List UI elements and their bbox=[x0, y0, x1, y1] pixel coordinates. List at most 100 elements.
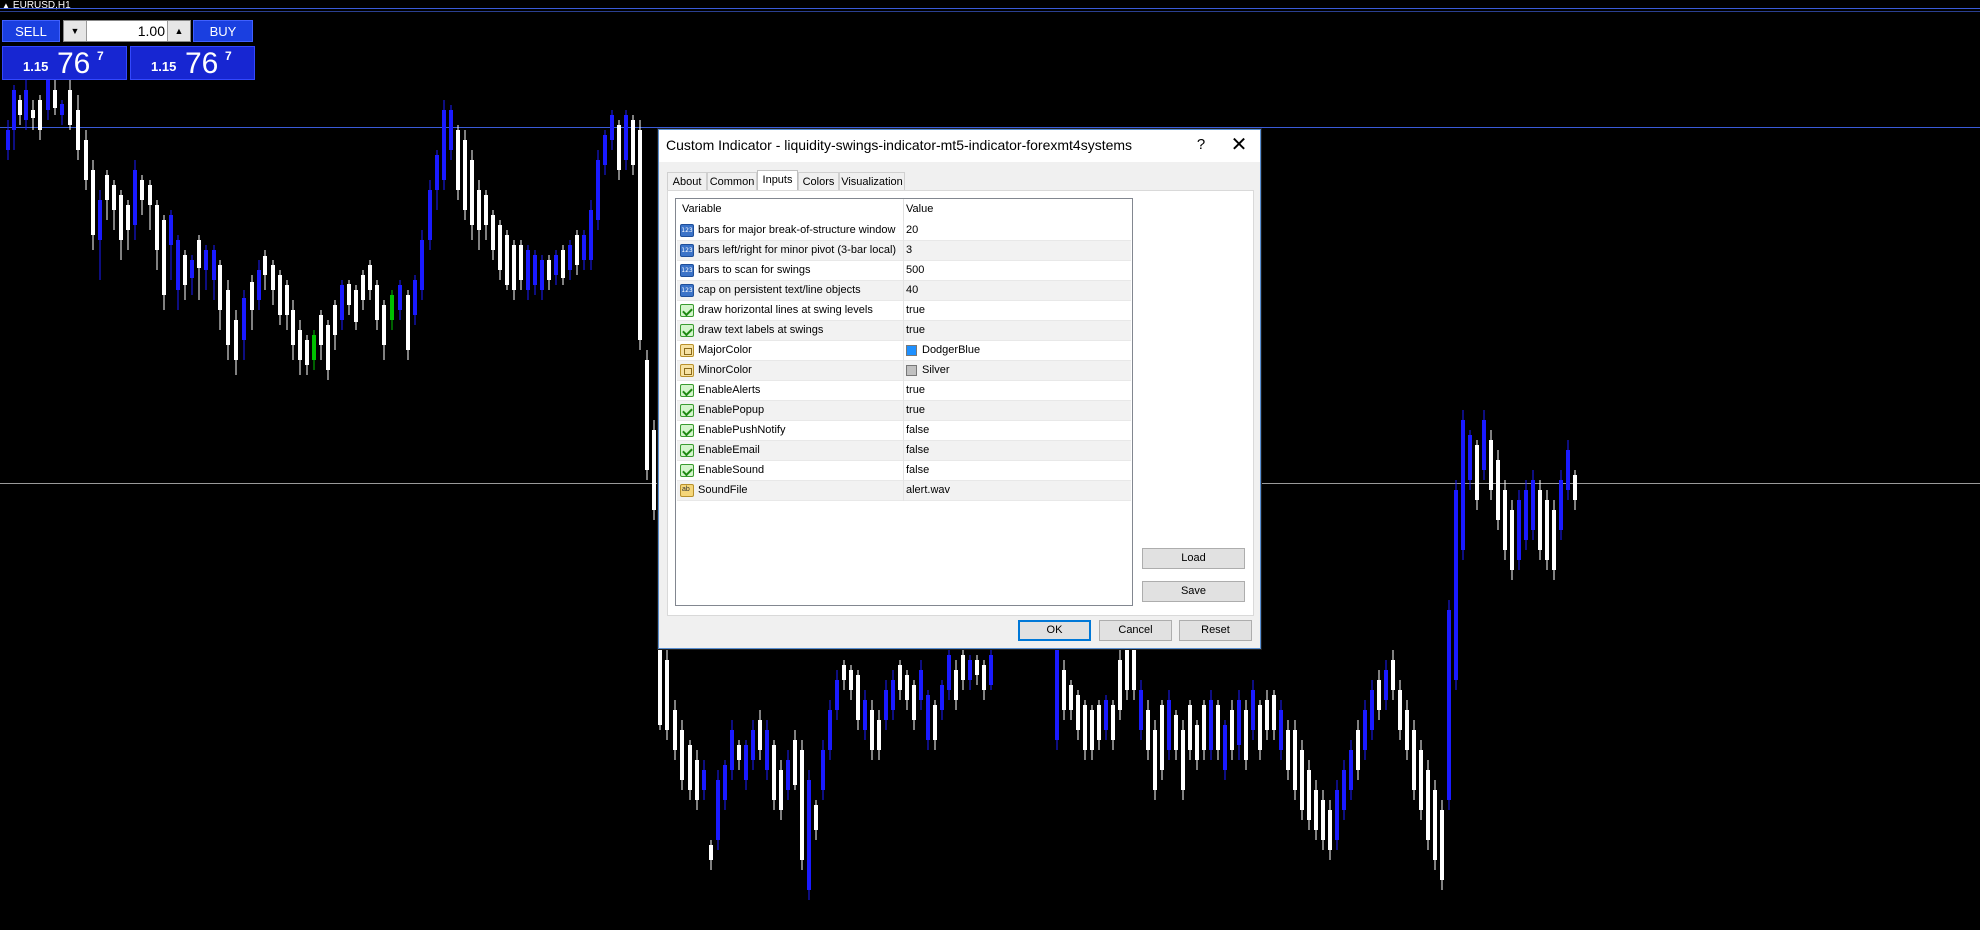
cell-separator bbox=[903, 401, 904, 421]
param-value[interactable]: false bbox=[906, 464, 929, 476]
candle-body bbox=[765, 730, 769, 770]
color-swatch[interactable] bbox=[906, 345, 917, 356]
candle-body bbox=[807, 780, 811, 890]
candle-body bbox=[1076, 695, 1080, 730]
candle-body bbox=[148, 185, 152, 205]
tab-common[interactable]: Common bbox=[707, 172, 757, 190]
bool-icon bbox=[680, 324, 694, 337]
candle-body bbox=[1132, 650, 1136, 690]
ok-button[interactable]: OK bbox=[1018, 620, 1091, 641]
candle-body bbox=[898, 665, 902, 690]
param-value[interactable]: alert.wav bbox=[906, 484, 950, 496]
candle-body bbox=[406, 295, 410, 350]
candle-body bbox=[954, 670, 958, 700]
param-row[interactable]: EnableAlerts true bbox=[677, 381, 1131, 401]
candle-body bbox=[1321, 800, 1325, 840]
ask-price-prefix: 1.15 bbox=[151, 59, 177, 74]
param-value[interactable]: true bbox=[906, 404, 925, 416]
candle-body bbox=[610, 115, 614, 140]
param-value[interactable]: 3 bbox=[906, 244, 912, 256]
lot-size-input[interactable]: 1.00 bbox=[89, 21, 165, 41]
candle-body bbox=[420, 240, 424, 290]
candle-body bbox=[842, 665, 846, 680]
candle-body bbox=[162, 220, 166, 295]
candle-body bbox=[1419, 750, 1423, 810]
sell-button[interactable]: SELL bbox=[2, 20, 60, 42]
buy-button[interactable]: BUY bbox=[193, 20, 253, 42]
param-row[interactable]: bars left/right for minor pivot (3-bar l… bbox=[677, 241, 1131, 261]
color-swatch[interactable] bbox=[906, 365, 917, 376]
param-value[interactable]: DodgerBlue bbox=[922, 344, 980, 356]
param-row[interactable]: draw horizontal lines at swing levels tru… bbox=[677, 301, 1131, 321]
param-row[interactable]: MinorColor Silver bbox=[677, 361, 1131, 381]
bid-price-button[interactable]: 1.15 76 7 bbox=[2, 46, 127, 80]
candle-body bbox=[631, 120, 635, 165]
load-button[interactable]: Load bbox=[1142, 548, 1245, 569]
tab-visualization[interactable]: Visualization bbox=[839, 172, 905, 190]
candle-body bbox=[1237, 700, 1241, 745]
tab-inputs[interactable]: Inputs bbox=[757, 170, 798, 192]
candle-body bbox=[582, 235, 586, 260]
param-row[interactable]: EnableSound false bbox=[677, 461, 1131, 481]
param-row[interactable]: EnablePopup true bbox=[677, 401, 1131, 421]
param-row[interactable]: MajorColor DodgerBlue bbox=[677, 341, 1131, 361]
candle-body bbox=[60, 104, 64, 115]
cancel-button[interactable]: Cancel bbox=[1099, 620, 1172, 641]
param-name: EnableEmail bbox=[698, 444, 760, 456]
candle-body bbox=[498, 225, 502, 270]
reset-button[interactable]: Reset bbox=[1179, 620, 1252, 641]
ask-price-button[interactable]: 1.15 76 7 bbox=[130, 46, 255, 80]
inputs-grid[interactable]: Variable Value bars for major break-of-s… bbox=[675, 198, 1133, 606]
candle-body bbox=[1447, 610, 1451, 800]
param-value[interactable]: false bbox=[906, 424, 929, 436]
arrow-up-icon[interactable]: ▲ bbox=[167, 21, 190, 41]
candle-body bbox=[519, 245, 523, 280]
candle-body bbox=[849, 670, 853, 690]
param-row[interactable]: bars to scan for swings 500 bbox=[677, 261, 1131, 281]
param-value[interactable]: true bbox=[906, 384, 925, 396]
candle-body bbox=[140, 180, 144, 200]
tab-colors[interactable]: Colors bbox=[798, 172, 839, 190]
param-row[interactable]: EnableEmail false bbox=[677, 441, 1131, 461]
candle-body bbox=[1398, 690, 1402, 730]
candle-body bbox=[912, 685, 916, 720]
candle-body bbox=[204, 250, 208, 270]
candle-body bbox=[1272, 695, 1276, 730]
close-icon[interactable]: ✕ bbox=[1225, 133, 1253, 157]
candle-body bbox=[540, 260, 544, 290]
param-row[interactable]: cap on persistent text/line objects 40 bbox=[677, 281, 1131, 301]
save-button[interactable]: Save bbox=[1142, 581, 1245, 602]
param-value[interactable]: 20 bbox=[906, 224, 918, 236]
candle-body bbox=[793, 740, 797, 785]
param-row[interactable]: EnablePushNotify false bbox=[677, 421, 1131, 441]
candle-body bbox=[234, 320, 238, 360]
lot-size-stepper[interactable]: ▼ 1.00 ▲ bbox=[63, 20, 191, 42]
candle-body bbox=[105, 175, 109, 200]
arrow-down-icon[interactable]: ▼ bbox=[64, 21, 87, 41]
candle-body bbox=[312, 335, 316, 360]
help-icon[interactable]: ? bbox=[1190, 134, 1212, 156]
candle-body bbox=[709, 845, 713, 860]
candle-body bbox=[1335, 790, 1339, 840]
tab-about[interactable]: About bbox=[667, 172, 707, 190]
param-value[interactable]: 500 bbox=[906, 264, 924, 276]
param-value[interactable]: 40 bbox=[906, 284, 918, 296]
column-header-variable[interactable]: Variable bbox=[682, 203, 722, 215]
candle-body bbox=[18, 100, 22, 115]
param-value[interactable]: false bbox=[906, 444, 929, 456]
candle-body bbox=[183, 255, 187, 285]
param-row[interactable]: bars for major break-of-structure window… bbox=[677, 221, 1131, 241]
column-separator[interactable] bbox=[903, 199, 904, 221]
param-value[interactable]: Silver bbox=[922, 364, 950, 376]
param-name: MinorColor bbox=[698, 364, 752, 376]
bool-icon bbox=[680, 404, 694, 417]
candle-body bbox=[975, 660, 979, 675]
param-value[interactable]: true bbox=[906, 304, 925, 316]
param-value[interactable]: true bbox=[906, 324, 925, 336]
param-row[interactable]: draw text labels at swings true bbox=[677, 321, 1131, 341]
column-header-value[interactable]: Value bbox=[906, 203, 933, 215]
param-row[interactable]: SoundFile alert.wav bbox=[677, 481, 1131, 501]
dialog-titlebar[interactable]: Custom Indicator - liquidity-swings-indi… bbox=[659, 130, 1260, 162]
candle-body bbox=[947, 655, 951, 690]
candle-body bbox=[884, 690, 888, 720]
